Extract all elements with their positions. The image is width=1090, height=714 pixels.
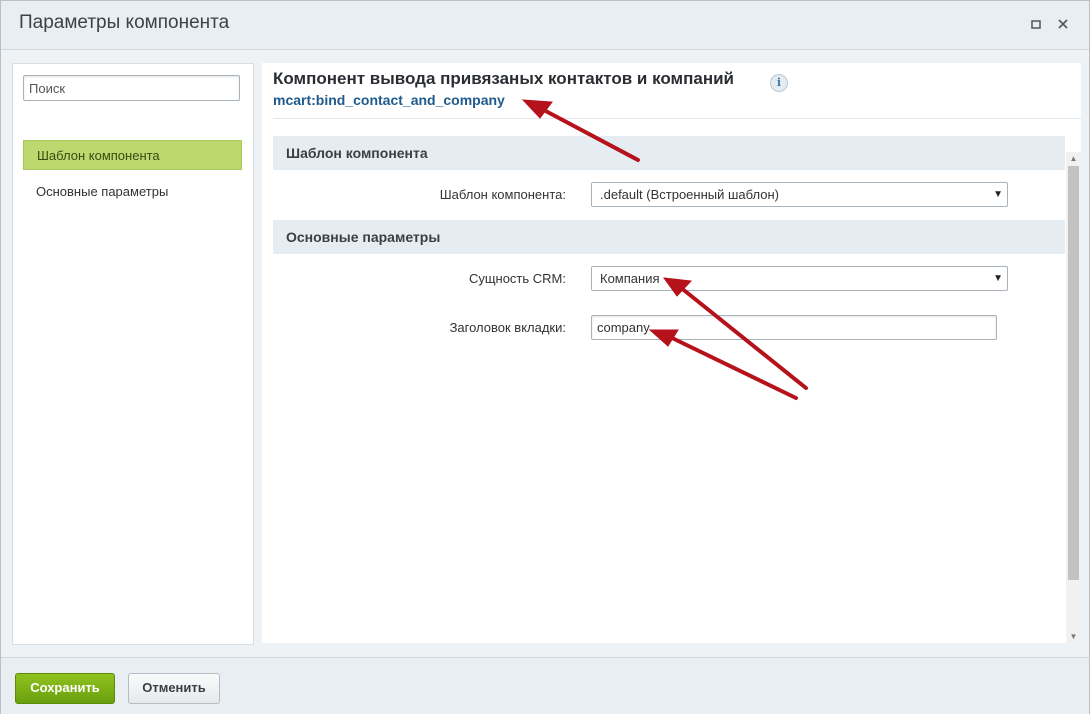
- tab-title-input-value: company: [597, 320, 650, 335]
- close-icon[interactable]: [1056, 17, 1070, 31]
- scroll-up-icon[interactable]: ▲: [1069, 154, 1078, 163]
- dropdown-arrow-icon: ▼: [993, 273, 1003, 284]
- main-content: Компонент вывода привязаных контактов и …: [262, 63, 1081, 643]
- maximize-icon[interactable]: [1029, 17, 1043, 31]
- sidebar-item-main-params[interactable]: Основные параметры: [23, 177, 242, 207]
- dropdown-arrow-icon: ▼: [993, 189, 1003, 200]
- section-header-main-params[interactable]: Основные параметры: [273, 220, 1065, 254]
- info-icon[interactable]: i: [770, 74, 788, 92]
- scroll-down-icon[interactable]: ▼: [1069, 632, 1078, 641]
- vertical-scrollbar[interactable]: ▲ ▼: [1066, 152, 1081, 643]
- divider: [273, 118, 1081, 119]
- cancel-button[interactable]: Отменить: [128, 673, 220, 704]
- tab-title-input[interactable]: company: [591, 315, 997, 340]
- crm-entity-select[interactable]: Компания ▼: [591, 266, 1008, 291]
- template-select-value: .default (Встроенный шаблон): [600, 187, 779, 202]
- save-button[interactable]: Сохранить: [15, 673, 115, 704]
- sidebar-item-template[interactable]: Шаблон компонента: [23, 140, 242, 170]
- field-label-crm-entity: Сущность CRM:: [468, 271, 566, 286]
- component-title: Компонент вывода привязаных контактов и …: [273, 69, 734, 88]
- dialog-title: Параметры компонента: [19, 12, 230, 33]
- component-code: mcart:bind_contact_and_company: [273, 92, 505, 108]
- component-params-dialog: Параметры компонента Шаблон компонента О…: [0, 0, 1090, 714]
- sidebar: Шаблон компонента Основные параметры: [12, 63, 254, 645]
- template-select[interactable]: .default (Встроенный шаблон) ▼: [591, 182, 1008, 207]
- dialog-body: Шаблон компонента Основные параметры Ком…: [1, 50, 1089, 657]
- crm-entity-select-value: Компания: [600, 271, 660, 286]
- dialog-footer: Сохранить Отменить: [1, 657, 1089, 714]
- field-label-tab-title: Заголовок вкладки:: [449, 320, 566, 335]
- scroll-thumb[interactable]: [1068, 166, 1079, 580]
- sidebar-item-label: Основные параметры: [36, 184, 169, 199]
- section-header-template[interactable]: Шаблон компонента: [273, 136, 1065, 170]
- search-input[interactable]: [23, 75, 240, 101]
- dialog-titlebar: Параметры компонента: [1, 1, 1089, 50]
- field-label-template: Шаблон компонента:: [439, 187, 566, 202]
- sidebar-item-label: Шаблон компонента: [37, 148, 160, 163]
